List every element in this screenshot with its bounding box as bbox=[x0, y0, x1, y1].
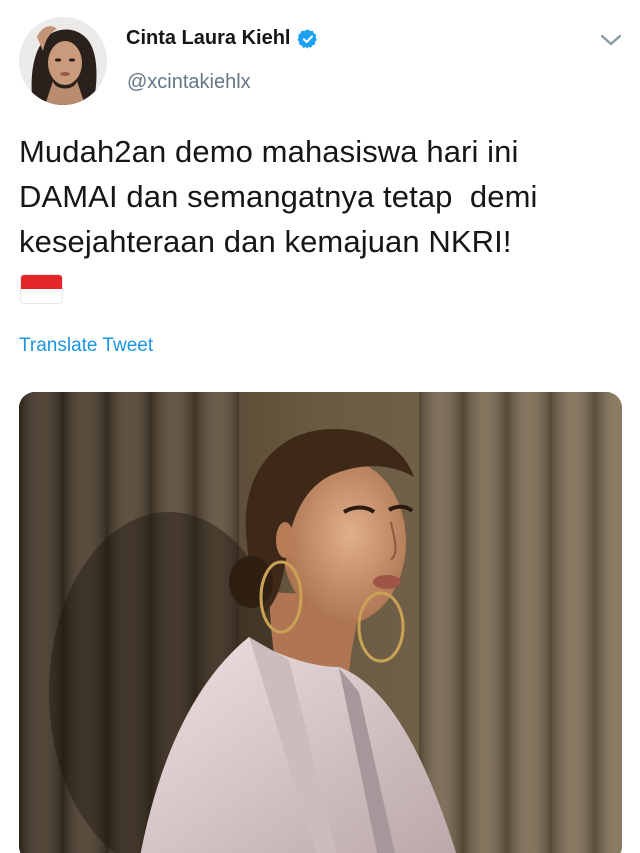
indonesia-flag-icon bbox=[21, 275, 62, 303]
avatar-image bbox=[19, 17, 107, 105]
user-name-row[interactable]: Cinta Laura Kiehl bbox=[126, 27, 319, 50]
avatar[interactable] bbox=[19, 17, 107, 105]
tweet-card: Cinta Laura Kiehl @xcintakiehlx Mudah2an… bbox=[0, 0, 640, 853]
photo-image bbox=[19, 392, 622, 853]
display-name[interactable]: Cinta Laura Kiehl bbox=[126, 27, 290, 50]
translate-tweet-link[interactable]: Translate Tweet bbox=[19, 335, 153, 357]
tweet-photo[interactable] bbox=[19, 392, 622, 853]
chevron-down-icon[interactable] bbox=[598, 30, 624, 50]
verified-badge-icon bbox=[297, 28, 318, 49]
user-handle[interactable]: @xcintakiehlx bbox=[127, 71, 251, 94]
tweet-text: Mudah2an demo mahasiswa hari ini DAMAI d… bbox=[19, 134, 538, 259]
